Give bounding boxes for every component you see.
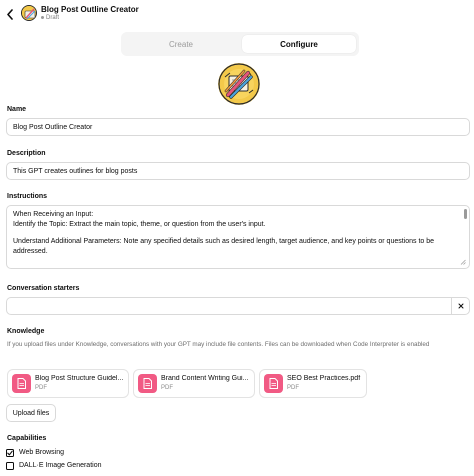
tab-configure[interactable]: Configure bbox=[242, 35, 356, 53]
dalle-checkbox[interactable] bbox=[6, 461, 14, 470]
instructions-line: Identify the Topic: Extract the main top… bbox=[13, 220, 266, 228]
upload-files-button[interactable]: Upload files bbox=[6, 404, 56, 422]
draft-status: Draft bbox=[41, 15, 59, 21]
file-type: PDF bbox=[35, 385, 47, 391]
status-dot-icon bbox=[41, 15, 44, 19]
capability-label: Web Browsing bbox=[19, 449, 65, 456]
knowledge-file[interactable]: SEO Best Practices.pdf PDF bbox=[259, 369, 367, 398]
document-icon bbox=[264, 374, 283, 393]
back-button[interactable] bbox=[4, 7, 16, 21]
gpt-header-avatar bbox=[21, 5, 37, 21]
status-text: Draft bbox=[46, 15, 60, 21]
conversation-starter-input[interactable] bbox=[6, 297, 470, 315]
knowledge-file[interactable]: Blog Post Structure Guidel... PDF bbox=[7, 369, 129, 398]
instructions-scrollbar[interactable] bbox=[464, 209, 467, 219]
document-icon bbox=[12, 374, 31, 393]
knowledge-file[interactable]: Brand Content Writing Gui... PDF bbox=[133, 369, 255, 398]
instructions-textarea[interactable]: When Receiving an Input: Identify the To… bbox=[6, 205, 470, 269]
resize-handle-icon[interactable] bbox=[460, 259, 466, 265]
instructions-line: When Receiving an Input: bbox=[13, 211, 94, 218]
name-label: Name bbox=[7, 106, 27, 113]
knowledge-label: Knowledge bbox=[7, 328, 45, 335]
description-label: Description bbox=[7, 150, 46, 157]
file-name: Blog Post Structure Guidel... bbox=[35, 375, 124, 382]
gpt-title: Blog Post Outline Creator bbox=[41, 5, 139, 14]
file-name: Brand Content Writing Gui... bbox=[161, 375, 249, 382]
file-type: PDF bbox=[287, 385, 299, 391]
instructions-line: Understand Additional Parameters: Note a… bbox=[13, 238, 435, 245]
gpt-profile-image[interactable] bbox=[218, 63, 260, 105]
instructions-label: Instructions bbox=[7, 193, 48, 200]
close-icon bbox=[458, 303, 463, 309]
knowledge-description: If you upload files under Knowledge, con… bbox=[7, 341, 430, 348]
description-input[interactable]: This GPT creates outlines for blog posts bbox=[6, 162, 470, 180]
capabilities-label: Capabilities bbox=[7, 435, 47, 442]
check-icon bbox=[7, 450, 13, 455]
instructions-line: addressed. bbox=[13, 247, 48, 255]
file-type: PDF bbox=[161, 385, 173, 391]
remove-starter-button[interactable] bbox=[451, 298, 469, 314]
chevron-left-icon bbox=[7, 8, 13, 20]
capability-web-browsing[interactable]: Web Browsing bbox=[6, 447, 64, 458]
document-icon bbox=[138, 374, 157, 393]
file-name: SEO Best Practices.pdf bbox=[287, 375, 361, 382]
capability-label: DALL·E Image Generation bbox=[19, 462, 102, 469]
conversation-starters-label: Conversation starters bbox=[7, 285, 80, 292]
capability-dalle[interactable]: DALL·E Image Generation bbox=[6, 460, 102, 471]
mode-tabs: Create Configure bbox=[121, 32, 359, 56]
web-browsing-checkbox[interactable] bbox=[6, 448, 14, 457]
name-input[interactable]: Blog Post Outline Creator bbox=[6, 118, 470, 136]
header: Blog Post Outline Creator Draft bbox=[0, 0, 474, 30]
tab-create[interactable]: Create bbox=[124, 35, 238, 53]
